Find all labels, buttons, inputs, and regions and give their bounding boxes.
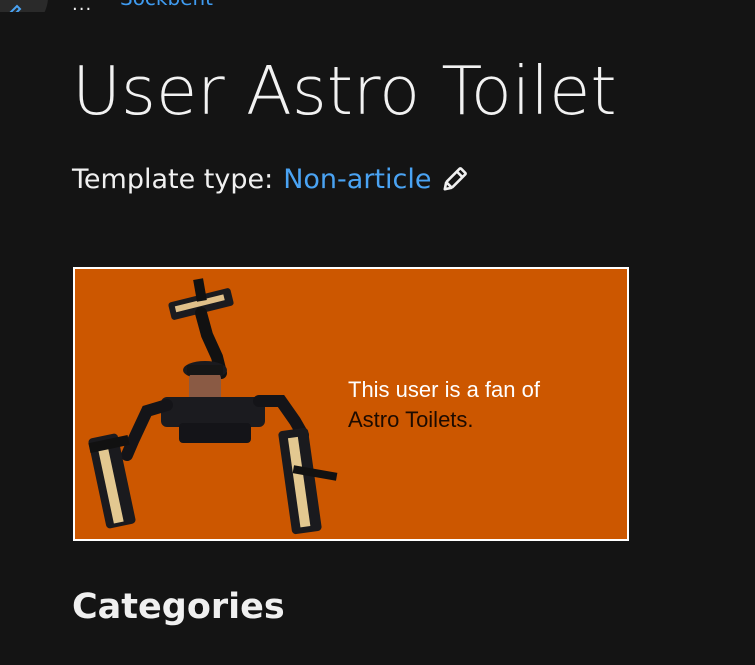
edit-template-type-button[interactable] xyxy=(439,166,469,193)
pencil-icon xyxy=(443,166,468,190)
page-title: User Astro Toilet xyxy=(72,52,617,130)
breadcrumb-link[interactable]: Sockbent xyxy=(120,0,213,10)
breadcrumb-dots: ... xyxy=(72,0,93,12)
userbox-text: This user is a fan of Astro Toilets. xyxy=(348,375,608,435)
astro-toilet-image xyxy=(88,278,338,535)
categories-heading: Categories xyxy=(72,587,285,627)
edit-button[interactable] xyxy=(0,0,48,12)
template-type-row: Template type: Non-article xyxy=(72,164,469,195)
userbox-line-1: This user is a fan of xyxy=(348,377,540,402)
template-type-label: Template type: xyxy=(72,164,274,195)
template-type-link[interactable]: Non-article xyxy=(283,164,431,195)
userbox-line-2: Astro Toilets. xyxy=(348,407,474,432)
pencil-icon xyxy=(9,4,22,12)
top-strip: ... Sockbent xyxy=(0,0,755,12)
userbox: This user is a fan of Astro Toilets. xyxy=(73,267,629,541)
